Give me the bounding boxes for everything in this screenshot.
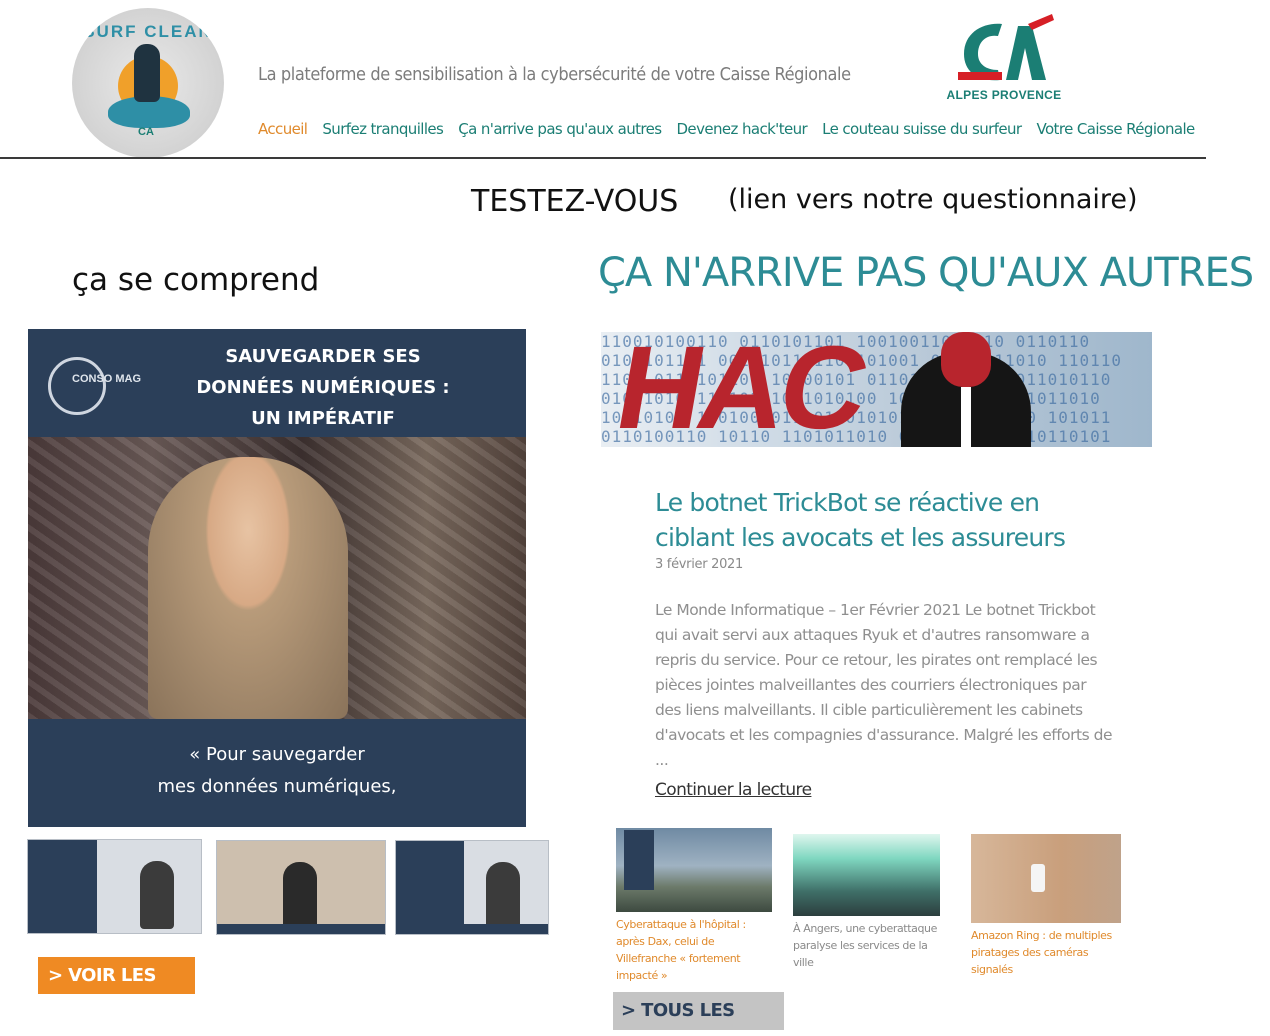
video-thumbnail-2[interactable] <box>216 840 386 935</box>
video-frame-scene <box>28 437 526 719</box>
conso-mag-logo-icon <box>48 357 106 415</box>
site-tagline: La plateforme de sensibilisation à la cy… <box>258 64 851 85</box>
video-thumbnail-3[interactable] <box>395 840 549 935</box>
thumbnail-speaker <box>486 862 520 930</box>
nav-item-couteau-suisse[interactable]: Le couteau suisse du surfeur <box>822 120 1022 142</box>
credit-agricole-logo[interactable]: ALPES PROVENCE <box>936 14 1076 106</box>
speaker-figure <box>148 457 348 719</box>
camera-device-shape <box>1031 864 1045 892</box>
hack-graffiti-text: HAC <box>607 332 875 447</box>
article-hero-image[interactable]: 110010100110 0110101101 10010011011010 0… <box>601 332 1152 447</box>
main-navigation: Accueil Surfez tranquilles Ça n'arrive p… <box>258 120 1210 142</box>
video-title: SAUVEGARDER SES DONNÉES NUMÉRIQUES : UN … <box>148 341 498 434</box>
article-date: 3 février 2021 <box>655 557 743 572</box>
featured-video-player[interactable]: CONSO MAG SAUVEGARDER SES DONNÉES NUMÉRI… <box>28 329 526 827</box>
nav-item-ca-narrive-pas[interactable]: Ça n'arrive pas qu'aux autres <box>458 120 662 142</box>
thumbnail-caption-bar <box>396 924 548 934</box>
logo-mini-ca: CA <box>138 126 154 138</box>
video-title-line: SAUVEGARDER SES <box>225 346 421 367</box>
related-article-image <box>793 834 940 916</box>
credit-agricole-mark-icon <box>958 14 1054 81</box>
logo-text: SURF CLEAN <box>83 22 213 41</box>
article-title-link[interactable]: Le botnet TrickBot se réactive en ciblan… <box>655 485 1115 555</box>
tous-les-articles-button[interactable]: > TOUS LES ARTICLES <box>613 992 784 1030</box>
related-article-image <box>616 828 772 912</box>
nav-item-devenez-hackteur[interactable]: Devenez hack'teur <box>676 120 807 142</box>
questionnaire-link[interactable]: (lien vers notre questionnaire) <box>728 184 1138 215</box>
logo-surfer-icon <box>134 44 160 102</box>
article-excerpt: Le Monde Informatique – 1er Février 2021… <box>655 601 1113 769</box>
hacker-shirt-figure <box>961 387 971 447</box>
thumbnail-title-panel <box>396 841 465 934</box>
testez-vous-heading[interactable]: TESTEZ-VOUS <box>471 184 678 219</box>
videos-section-heading: ça se comprend <box>72 262 320 298</box>
voir-les-videos-button[interactable]: > VOIR LES VIDÉOS <box>38 957 195 1023</box>
hacker-head-figure <box>941 332 991 387</box>
thumbnail-speaker <box>140 861 174 929</box>
nav-item-votre-caisse[interactable]: Votre Caisse Régionale <box>1036 120 1195 142</box>
thumbnail-speaker <box>283 862 317 930</box>
thumbnail-title-panel <box>28 840 98 933</box>
related-article-caption[interactable]: Amazon Ring : de multiples piratages des… <box>971 927 1121 978</box>
video-subtitle-line: mes données numériques, <box>157 776 397 797</box>
related-article-card[interactable]: À Angers, une cyberattaque paralyse les … <box>793 834 940 971</box>
hospital-sign-shape <box>624 830 654 890</box>
continuer-la-lecture-link[interactable]: Continuer la lecture <box>655 780 812 800</box>
related-article-caption[interactable]: Cyberattaque à l'hôpital : après Dax, ce… <box>616 916 772 984</box>
header-divider <box>0 157 1206 159</box>
related-article-card[interactable]: Amazon Ring : de multiples piratages des… <box>971 834 1121 978</box>
thumbnail-caption-bar <box>217 924 385 934</box>
video-title-line: DONNÉES NUMÉRIQUES : <box>196 377 450 398</box>
bank-name: ALPES PROVENCE <box>946 88 1062 102</box>
video-title-line: UN IMPÉRATIF <box>251 408 395 429</box>
related-article-caption[interactable]: À Angers, une cyberattaque paralyse les … <box>793 920 940 971</box>
nav-item-accueil[interactable]: Accueil <box>258 120 308 142</box>
video-subtitle-line: « Pour sauvegarder <box>189 744 365 765</box>
surf-clean-logo[interactable]: SURF CLEAN CA <box>72 8 224 158</box>
video-thumbnail-1[interactable] <box>27 839 202 934</box>
related-article-image <box>971 834 1121 923</box>
nav-item-surfez-tranquilles[interactable]: Surfez tranquilles <box>322 120 443 142</box>
conso-mag-brand: CONSO MAG <box>72 373 142 385</box>
news-section-heading: ÇA N'ARRIVE PAS QU'AUX AUTRES <box>598 250 1254 296</box>
related-article-card[interactable]: Cyberattaque à l'hôpital : après Dax, ce… <box>616 828 772 984</box>
video-subtitle: « Pour sauvegarder mes données numérique… <box>28 739 526 803</box>
